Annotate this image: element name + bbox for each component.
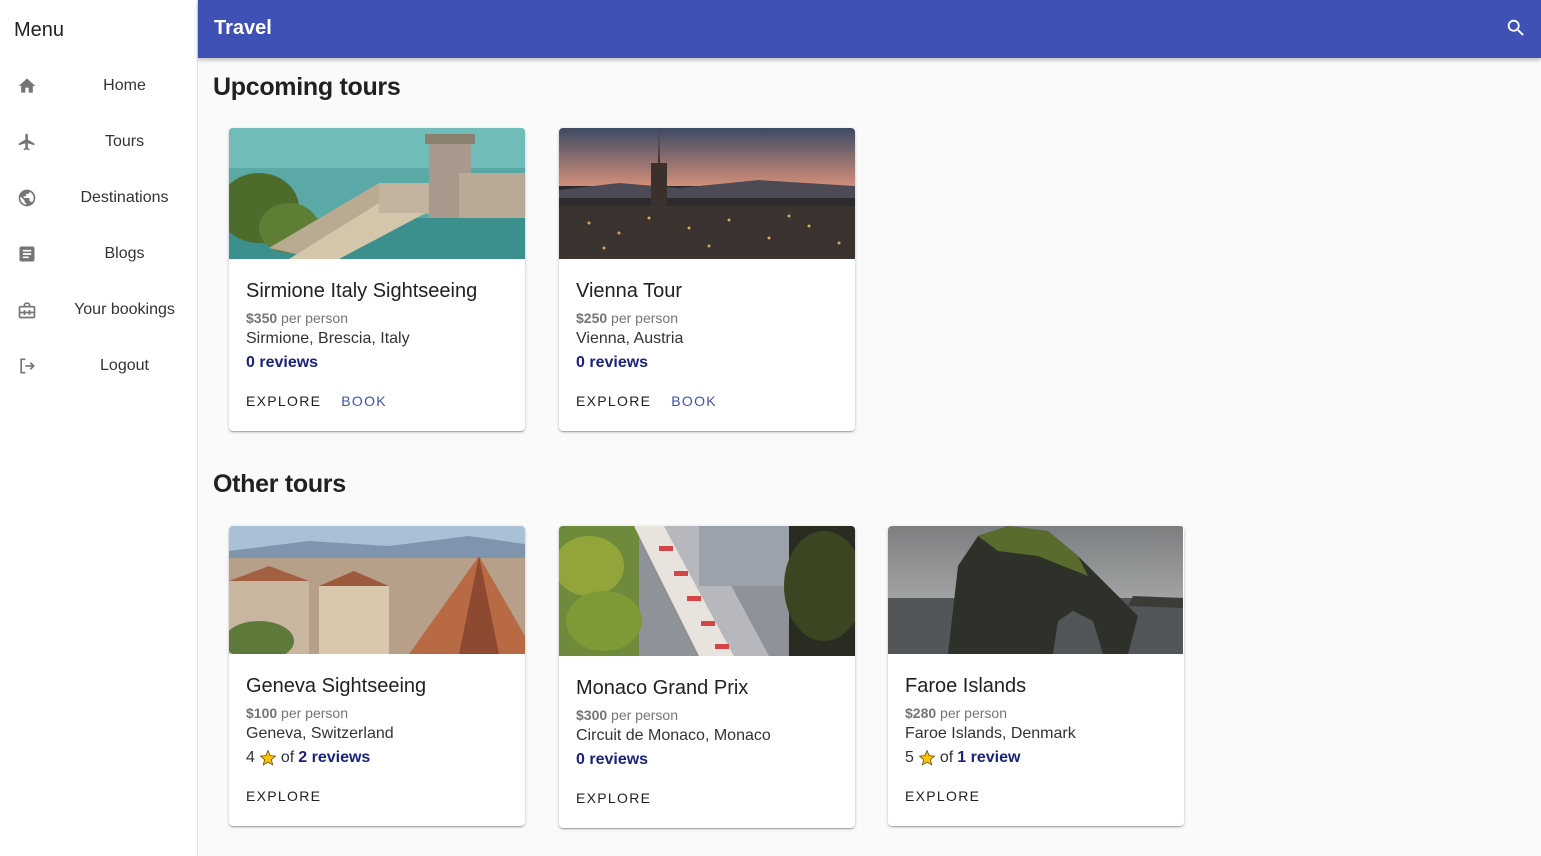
airplane-icon xyxy=(16,131,38,153)
card-actions: Explore xyxy=(238,784,509,826)
tour-card: Geneva Sightseeing $100 per person Genev… xyxy=(229,526,525,826)
price-amount: $100 xyxy=(246,705,278,721)
tour-card: Sirmione Italy Sightseeing $350 per pers… xyxy=(229,128,525,431)
card-actions: Explore Book xyxy=(238,389,509,431)
price-suffix: per person xyxy=(281,705,348,721)
price-amount: $300 xyxy=(576,707,608,723)
tour-price: $100 per person xyxy=(246,704,509,722)
section-title-upcoming: Upcoming tours xyxy=(213,73,401,101)
price-amount: $280 xyxy=(905,705,937,721)
tour-location: Sirmione, Brescia, Italy xyxy=(246,330,410,347)
reviews-link[interactable]: 0 reviews xyxy=(576,750,648,770)
tour-price: $250 per person xyxy=(576,309,839,327)
rating-of: of xyxy=(280,749,295,766)
price-amount: $250 xyxy=(576,310,608,326)
tour-reviews: 4 of 2 reviews xyxy=(246,748,509,768)
star-icon xyxy=(259,749,277,766)
price-suffix: per person xyxy=(281,310,348,326)
explore-button[interactable]: Explore xyxy=(568,786,659,810)
tour-location: Vienna, Austria xyxy=(576,330,684,347)
tour-price: $280 per person xyxy=(905,704,1168,722)
rating-value: 4 xyxy=(246,749,255,766)
sidebar-item-tours[interactable]: Tours xyxy=(0,114,197,170)
tour-reviews: 0 reviews xyxy=(246,353,509,373)
rating-value: 5 xyxy=(905,749,914,766)
home-icon xyxy=(16,75,38,97)
tour-image-faroe xyxy=(888,526,1184,654)
tour-image-geneva xyxy=(229,526,525,654)
explore-button[interactable]: Explore xyxy=(897,784,988,808)
tour-name: Vienna Tour xyxy=(576,280,683,302)
reviews-link[interactable]: 2 reviews xyxy=(298,748,370,768)
sidebar-item-blogs[interactable]: Blogs xyxy=(0,226,197,282)
tour-card: Monaco Grand Prix $300 per person Circui… xyxy=(559,526,855,828)
briefcase-icon xyxy=(16,299,38,321)
tour-name: Geneva Sightseeing xyxy=(246,675,427,697)
explore-button[interactable]: Explore xyxy=(238,784,329,808)
price-suffix: per person xyxy=(611,310,678,326)
tour-location: Faroe Islands, Denmark xyxy=(905,725,1076,742)
star-icon xyxy=(918,749,936,766)
tour-card: Vienna Tour $250 per person Vienna, Aust… xyxy=(559,128,855,431)
tour-price: $350 per person xyxy=(246,309,509,327)
explore-button[interactable]: Explore xyxy=(238,389,329,413)
app-bar: Travel xyxy=(198,0,1541,58)
card-actions: Explore xyxy=(568,786,839,828)
tour-image-sirmione xyxy=(229,128,525,259)
sidebar-item-home[interactable]: Home xyxy=(0,58,197,114)
tour-name: Sirmione Italy Sightseeing xyxy=(246,280,478,302)
reviews-link[interactable]: 0 reviews xyxy=(246,353,318,373)
tour-location: Circuit de Monaco, Monaco xyxy=(576,727,771,744)
tour-reviews: 5 of 1 review xyxy=(905,748,1168,768)
tour-name: Faroe Islands xyxy=(905,675,1027,697)
section-title-other: Other tours xyxy=(213,470,346,498)
app-title: Travel xyxy=(214,17,272,39)
card-actions: Explore Book xyxy=(568,389,839,431)
logout-icon xyxy=(16,355,38,377)
price-suffix: per person xyxy=(940,705,1007,721)
reviews-link[interactable]: 1 review xyxy=(957,748,1020,768)
rating-of: of xyxy=(939,749,954,766)
explore-button[interactable]: Explore xyxy=(568,389,659,413)
tour-card: Faroe Islands $280 per person Faroe Isla… xyxy=(888,526,1184,826)
sidebar-item-logout[interactable]: Logout xyxy=(0,338,197,394)
article-icon xyxy=(16,243,38,265)
tour-image-monaco xyxy=(559,526,855,656)
tour-reviews: 0 reviews xyxy=(576,750,839,770)
tour-reviews: 0 reviews xyxy=(576,353,839,373)
sidebar-item-destinations[interactable]: Destinations xyxy=(0,170,197,226)
tour-name: Monaco Grand Prix xyxy=(576,677,749,699)
menu-title: Menu xyxy=(14,19,65,41)
price-suffix: per person xyxy=(611,707,678,723)
search-icon[interactable] xyxy=(1505,17,1527,39)
price-amount: $350 xyxy=(246,310,278,326)
card-actions: Explore xyxy=(897,784,1168,826)
tour-price: $300 per person xyxy=(576,706,839,724)
book-button[interactable]: Book xyxy=(663,389,725,413)
sidebar-item-your-bookings[interactable]: Your bookings xyxy=(0,282,197,338)
sidebar: Menu Home Tours Destinations Blogs Your … xyxy=(0,0,198,856)
tour-location: Geneva, Switzerland xyxy=(246,725,394,742)
globe-icon xyxy=(16,187,38,209)
book-button[interactable]: Book xyxy=(333,389,395,413)
reviews-link[interactable]: 0 reviews xyxy=(576,353,648,373)
tour-image-vienna xyxy=(559,128,855,259)
